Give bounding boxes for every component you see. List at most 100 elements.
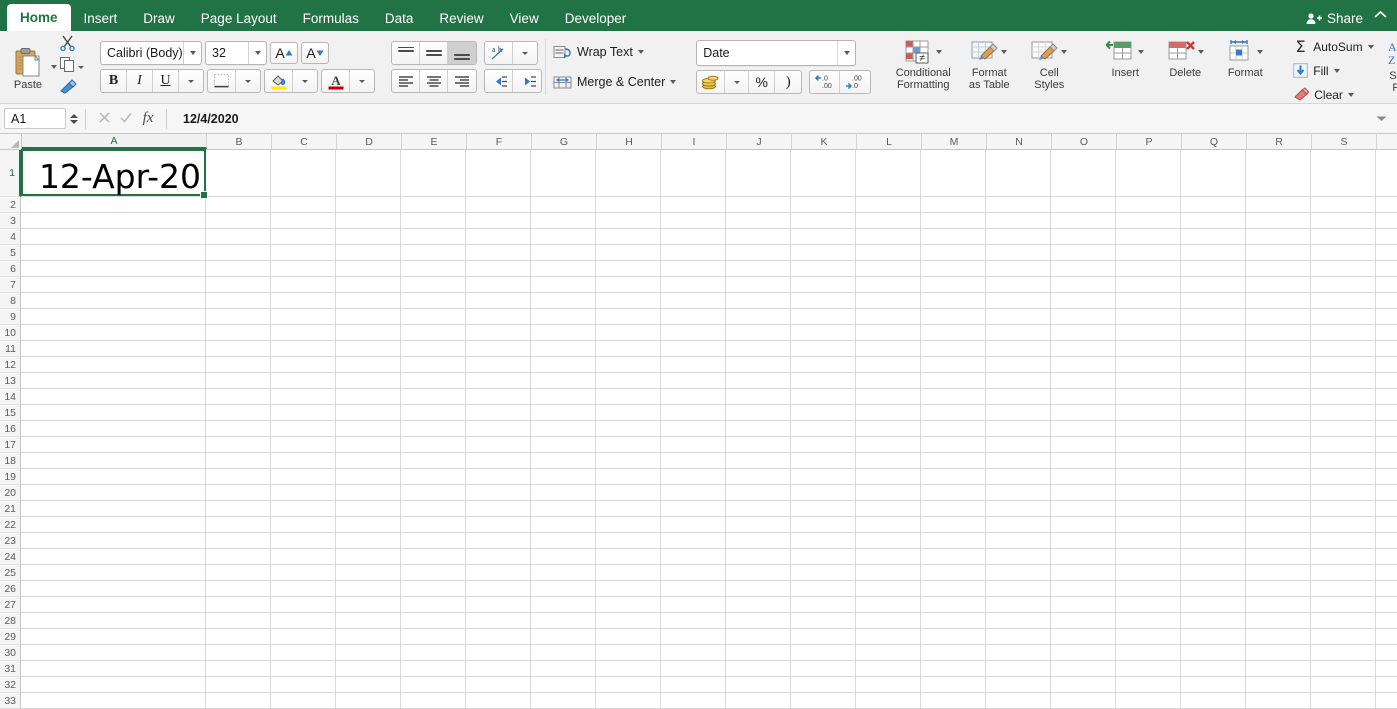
cell-H13[interactable] <box>596 373 661 389</box>
cell-H30[interactable] <box>596 645 661 661</box>
cell-B28[interactable] <box>206 613 271 629</box>
cell-A25[interactable] <box>21 565 206 581</box>
cell-E30[interactable] <box>401 645 466 661</box>
cell-A33[interactable] <box>21 693 206 709</box>
cell-B10[interactable] <box>206 325 271 341</box>
comma-style-button[interactable]: ) <box>775 71 801 93</box>
cell-A32[interactable] <box>21 677 206 693</box>
column-header-D[interactable]: D <box>337 134 402 149</box>
column-header-B[interactable]: B <box>207 134 272 149</box>
cell-P24[interactable] <box>1116 549 1181 565</box>
cell-N11[interactable] <box>986 341 1051 357</box>
cell-N29[interactable] <box>986 629 1051 645</box>
ribbon-tab-draw[interactable]: Draw <box>130 7 188 31</box>
cell-O32[interactable] <box>1051 677 1116 693</box>
cell-P6[interactable] <box>1116 261 1181 277</box>
cell-N31[interactable] <box>986 661 1051 677</box>
row-header-19[interactable]: 19 <box>0 469 21 485</box>
cell-A13[interactable] <box>21 373 206 389</box>
cell-E33[interactable] <box>401 693 466 709</box>
row-header-25[interactable]: 25 <box>0 565 21 581</box>
cell-G18[interactable] <box>531 453 596 469</box>
align-bottom-button[interactable] <box>448 42 476 64</box>
cell-J27[interactable] <box>726 597 791 613</box>
cell-Q17[interactable] <box>1181 437 1246 453</box>
cell-G29[interactable] <box>531 629 596 645</box>
cell-P4[interactable] <box>1116 229 1181 245</box>
cell-H19[interactable] <box>596 469 661 485</box>
cell-B21[interactable] <box>206 501 271 517</box>
cell-S11[interactable] <box>1311 341 1376 357</box>
cell-E12[interactable] <box>401 357 466 373</box>
column-header-I[interactable]: I <box>662 134 727 149</box>
cell-H1[interactable] <box>596 150 661 197</box>
cell-O17[interactable] <box>1051 437 1116 453</box>
cell-R17[interactable] <box>1246 437 1311 453</box>
cell-N17[interactable] <box>986 437 1051 453</box>
cell-X15[interactable] <box>1376 405 1397 421</box>
cell-X28[interactable] <box>1376 613 1397 629</box>
cell-P23[interactable] <box>1116 533 1181 549</box>
cell-K22[interactable] <box>791 517 856 533</box>
cell-E23[interactable] <box>401 533 466 549</box>
cell-D33[interactable] <box>336 693 401 709</box>
cell-X24[interactable] <box>1376 549 1397 565</box>
cell-N10[interactable] <box>986 325 1051 341</box>
cell-E7[interactable] <box>401 277 466 293</box>
cell-H25[interactable] <box>596 565 661 581</box>
cell-C14[interactable] <box>271 389 336 405</box>
cell-K7[interactable] <box>791 277 856 293</box>
cell-C28[interactable] <box>271 613 336 629</box>
column-header-O[interactable]: O <box>1052 134 1117 149</box>
cell-C31[interactable] <box>271 661 336 677</box>
cell-I1[interactable] <box>661 150 726 197</box>
cell-Q13[interactable] <box>1181 373 1246 389</box>
cell-E10[interactable] <box>401 325 466 341</box>
borders-dropdown-caret-icon[interactable] <box>236 70 260 92</box>
cell-X17[interactable] <box>1376 437 1397 453</box>
cell-B27[interactable] <box>206 597 271 613</box>
cell-E26[interactable] <box>401 581 466 597</box>
cell-S16[interactable] <box>1311 421 1376 437</box>
cell-J31[interactable] <box>726 661 791 677</box>
cell-C26[interactable] <box>271 581 336 597</box>
row-header-26[interactable]: 26 <box>0 581 21 597</box>
cell-B26[interactable] <box>206 581 271 597</box>
format-cells-button[interactable]: Format <box>1215 34 1275 79</box>
cell-F33[interactable] <box>466 693 531 709</box>
name-box[interactable]: A1 <box>4 108 66 129</box>
column-header-G[interactable]: G <box>532 134 597 149</box>
cell-D19[interactable] <box>336 469 401 485</box>
cell-S15[interactable] <box>1311 405 1376 421</box>
spinner-down-icon[interactable] <box>70 119 78 124</box>
cell-G9[interactable] <box>531 309 596 325</box>
cell-X21[interactable] <box>1376 501 1397 517</box>
decrease-indent-button[interactable] <box>485 70 513 92</box>
cell-H16[interactable] <box>596 421 661 437</box>
cell-J30[interactable] <box>726 645 791 661</box>
cell-K15[interactable] <box>791 405 856 421</box>
cell-R26[interactable] <box>1246 581 1311 597</box>
column-header-L[interactable]: L <box>857 134 922 149</box>
increase-font-size-button[interactable]: A <box>270 42 298 64</box>
cell-S13[interactable] <box>1311 373 1376 389</box>
cell-M8[interactable] <box>921 293 986 309</box>
delete-cells-button[interactable]: Delete <box>1155 34 1215 79</box>
cell-I7[interactable] <box>661 277 726 293</box>
cell-G30[interactable] <box>531 645 596 661</box>
cancel-formula-button[interactable] <box>93 111 115 127</box>
bold-button[interactable]: B <box>101 70 127 92</box>
select-all-corner-button[interactable] <box>0 134 22 149</box>
cell-F11[interactable] <box>466 341 531 357</box>
cell-B1[interactable] <box>206 150 271 197</box>
cell-D15[interactable] <box>336 405 401 421</box>
cell-H22[interactable] <box>596 517 661 533</box>
cell-G7[interactable] <box>531 277 596 293</box>
cell-K19[interactable] <box>791 469 856 485</box>
cell-Q23[interactable] <box>1181 533 1246 549</box>
cell-O25[interactable] <box>1051 565 1116 581</box>
cell-I2[interactable] <box>661 197 726 213</box>
cell-D6[interactable] <box>336 261 401 277</box>
format-as-table-dropdown-caret-icon[interactable] <box>1001 50 1008 54</box>
cell-F17[interactable] <box>466 437 531 453</box>
